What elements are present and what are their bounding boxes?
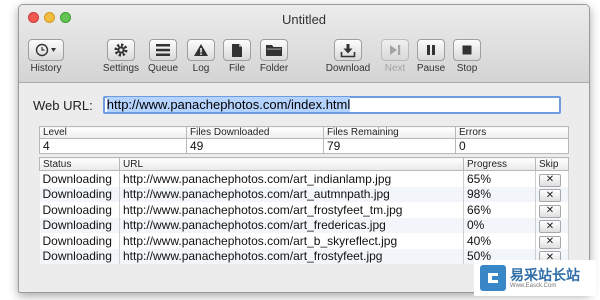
watermark-title: 易采站长站 (510, 266, 580, 283)
pause-button[interactable] (417, 39, 445, 61)
table-row[interactable]: Downloading http://www.panachephotos.com… (39, 186, 569, 202)
row-progress: 65% (463, 170, 536, 187)
watermark: 易采站长站 Www.Easck.Com (474, 260, 596, 296)
stats-header-files-downloaded: Files Downloaded (186, 126, 324, 139)
folder-label: Folder (259, 63, 289, 74)
skip-button[interactable]: ✕ (539, 220, 561, 233)
skip-next-icon (390, 45, 401, 55)
url-row: Web URL: http://www.panachephotos.com/in… (33, 96, 561, 114)
watermark-text: 易采站长站 Www.Easck.Com (510, 267, 580, 290)
table-row[interactable]: Downloading http://www.panachephotos.com… (39, 170, 569, 187)
history-label: History (30, 63, 62, 74)
downloads-table: Status URL Progress Skip Downloading htt… (39, 157, 569, 264)
toolbar-folder[interactable]: Folder (251, 39, 297, 74)
stats-header-level: Level (39, 126, 187, 139)
row-status: Downloading (39, 170, 120, 187)
table-row[interactable]: Downloading http://www.panachephotos.com… (39, 217, 569, 233)
row-progress: 40% (463, 233, 536, 249)
file-button[interactable] (223, 39, 251, 61)
row-progress: 98% (463, 186, 536, 202)
queue-button[interactable] (149, 39, 177, 61)
table-row[interactable]: Downloading http://www.panachephotos.com… (39, 233, 569, 249)
file-icon (232, 43, 242, 57)
row-url: http://www.panachephotos.com/art_frederi… (119, 217, 464, 233)
stats-files-downloaded-value: 49 (186, 138, 324, 154)
toolbar-settings[interactable]: Settings (98, 39, 144, 74)
watermark-logo-icon (480, 265, 506, 291)
skip-button[interactable]: ✕ (539, 189, 561, 202)
row-status: Downloading (39, 217, 120, 233)
log-button[interactable] (187, 39, 215, 61)
column-header-status[interactable]: Status (39, 157, 120, 171)
downloads-header-row: Status URL Progress Skip (39, 157, 569, 171)
row-status: Downloading (39, 186, 120, 202)
row-skip-cell: ✕ (535, 233, 569, 249)
stats-header-errors: Errors (455, 126, 569, 139)
row-progress: 0% (463, 217, 536, 233)
download-icon (340, 43, 356, 57)
download-label: Download (325, 63, 371, 74)
table-row[interactable]: Downloading http://www.panachephotos.com… (39, 202, 569, 218)
stop-icon (462, 45, 472, 55)
row-status: Downloading (39, 233, 120, 249)
stats-level-value: 4 (39, 138, 187, 154)
web-url-input[interactable]: http://www.panachephotos.com/index.html (102, 96, 561, 114)
folder-icon (266, 45, 282, 56)
web-url-label: Web URL: (33, 97, 93, 113)
column-header-skip[interactable]: Skip (535, 157, 569, 171)
column-header-url[interactable]: URL (119, 157, 464, 171)
row-url: http://www.panachephotos.com/art_indianl… (119, 170, 464, 187)
row-status: Downloading (39, 248, 120, 264)
clock-icon (35, 43, 56, 57)
skip-button[interactable]: ✕ (539, 235, 561, 249)
app-window: Untitled History Settings Queue Log File… (18, 4, 590, 293)
history-button[interactable] (28, 39, 64, 61)
stop-button[interactable] (453, 39, 481, 61)
title-bar: Untitled History Settings Queue Log File… (19, 5, 589, 83)
stats-table: Level Files Downloaded Files Remaining E… (39, 126, 569, 154)
row-skip-cell: ✕ (535, 186, 569, 202)
list-icon (156, 44, 170, 56)
stats-header-row: Level Files Downloaded Files Remaining E… (39, 126, 569, 139)
web-url-value: http://www.panachephotos.com/index.html (106, 97, 351, 112)
row-url: http://www.panachephotos.com/art_frostyf… (119, 202, 464, 218)
stats-header-files-remaining: Files Remaining (323, 126, 456, 139)
pause-icon (427, 45, 435, 55)
skip-button[interactable]: ✕ (539, 204, 561, 218)
skip-button[interactable]: ✕ (539, 173, 561, 187)
settings-button[interactable] (107, 39, 135, 61)
row-status: Downloading (39, 202, 120, 218)
gear-icon (114, 43, 128, 57)
watermark-glyph-icon (488, 273, 498, 283)
row-skip-cell: ✕ (535, 217, 569, 233)
watermark-subtitle: Www.Easck.Com (510, 282, 557, 289)
stats-files-remaining-value: 79 (323, 138, 456, 154)
window-title: Untitled (281, 12, 327, 27)
folder-button[interactable] (260, 39, 288, 61)
row-url: http://www.panachephotos.com/art_autmnpa… (119, 186, 464, 202)
row-skip-cell: ✕ (535, 202, 569, 218)
row-skip-cell: ✕ (535, 170, 569, 187)
toolbar-stop[interactable]: Stop (444, 39, 490, 74)
stop-label: Stop (456, 63, 478, 74)
download-button[interactable] (334, 39, 362, 61)
row-url: http://www.panachephotos.com/art_frostyf… (119, 248, 464, 264)
row-progress: 66% (463, 202, 536, 218)
stats-errors-value: 0 (455, 138, 569, 154)
row-url: http://www.panachephotos.com/art_b_skyre… (119, 233, 464, 249)
next-button[interactable] (381, 39, 409, 61)
warning-icon (194, 44, 208, 56)
stats-value-row: 4 49 79 0 (39, 138, 569, 154)
column-header-progress[interactable]: Progress (463, 157, 536, 171)
toolbar-download[interactable]: Download (325, 39, 371, 74)
settings-label: Settings (102, 63, 140, 74)
toolbar-history[interactable]: History (23, 39, 69, 74)
